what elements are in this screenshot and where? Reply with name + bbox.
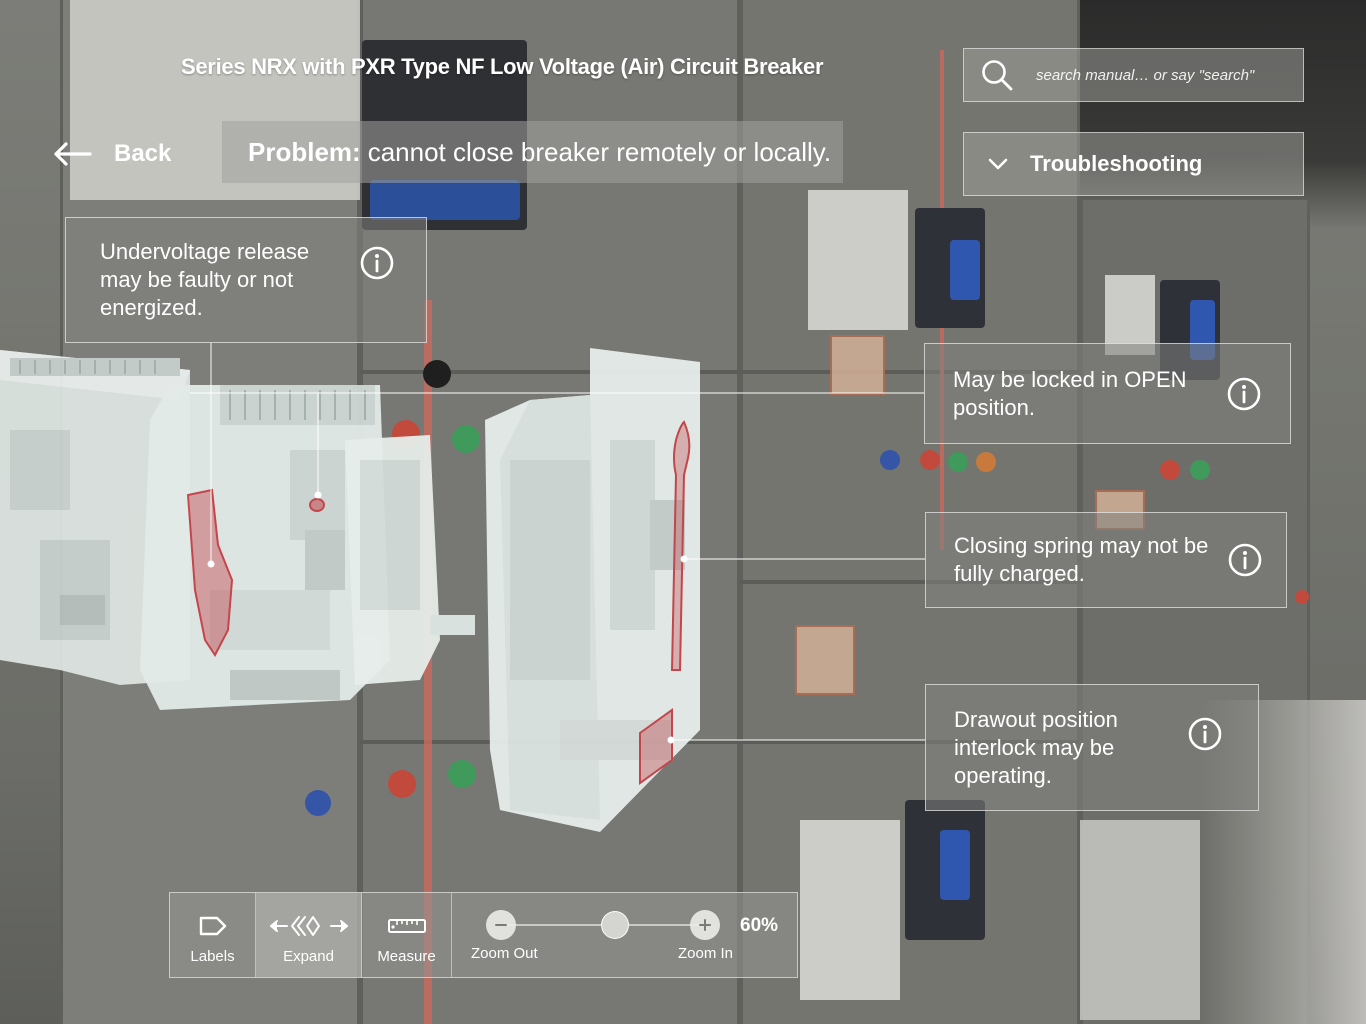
measure-button-label: Measure: [377, 948, 436, 965]
bottom-toolbar: Labels Expand Measure 60% Zoom Out Zoom …: [169, 892, 798, 978]
callout-drawout-interlock[interactable]: Drawout position interlock may be operat…: [925, 684, 1259, 811]
search-input[interactable]: [1036, 66, 1286, 84]
search-icon: [982, 60, 1013, 91]
measure-button[interactable]: Measure: [362, 893, 452, 977]
info-icon[interactable]: [1188, 717, 1222, 751]
info-icon[interactable]: [360, 246, 394, 280]
chevron-down-icon: [988, 158, 1008, 170]
expand-button-label: Expand: [283, 948, 334, 965]
zoom-out-button[interactable]: [486, 910, 516, 940]
callout-text: May be locked in OPEN position.: [953, 366, 1187, 420]
info-icon[interactable]: [1227, 377, 1261, 411]
labels-button[interactable]: Labels: [170, 893, 256, 977]
page-title: Series NRX with PXR Type NF Low Voltage …: [181, 54, 824, 79]
problem-banner: Problem: cannot close breaker remotely o…: [222, 121, 843, 183]
breaker-side-panel: [345, 435, 475, 685]
callout-undervoltage-release[interactable]: Undervoltage release may be faulty or no…: [65, 217, 427, 343]
zoom-out-label: Zoom Out: [471, 945, 538, 962]
circuit-breaker-3d-model[interactable]: [0, 340, 720, 840]
zoom-control: 60% Zoom Out Zoom In: [452, 893, 797, 977]
zoom-in-label: Zoom In: [678, 945, 734, 962]
labels-button-label: Labels: [190, 948, 235, 965]
breaker-front-cover: [485, 348, 700, 832]
back-label: Back: [114, 140, 172, 167]
minus-icon: [495, 924, 507, 926]
expand-icon: [269, 916, 348, 936]
callout-locked-open[interactable]: May be locked in OPEN position.: [924, 343, 1291, 444]
problem-label: Problem:: [248, 136, 361, 167]
expand-button[interactable]: Expand: [256, 893, 362, 977]
section-dropdown[interactable]: Troubleshooting: [963, 132, 1304, 196]
zoom-in-button[interactable]: [690, 910, 720, 940]
callout-text: Drawout position interlock may be operat…: [954, 706, 1118, 788]
search-bar[interactable]: [963, 48, 1304, 102]
arrow-left-icon: [54, 142, 92, 166]
info-icon[interactable]: [1228, 543, 1262, 577]
section-dropdown-label: Troubleshooting: [1030, 151, 1203, 176]
back-button[interactable]: Back: [52, 134, 171, 174]
problem-text: cannot close breaker remotely or locally…: [367, 136, 832, 167]
plus-icon: [699, 919, 711, 931]
callout-text: Undervoltage release may be faulty or no…: [100, 239, 310, 320]
callout-text: Closing spring may not be fully charged.: [954, 533, 1209, 586]
callout-closing-spring[interactable]: Closing spring may not be fully charged.: [925, 512, 1287, 608]
zoom-percent: 60%: [740, 915, 779, 936]
zoom-slider-thumb[interactable]: [601, 911, 629, 939]
ruler-icon: [387, 919, 426, 933]
tag-icon: [199, 916, 226, 936]
